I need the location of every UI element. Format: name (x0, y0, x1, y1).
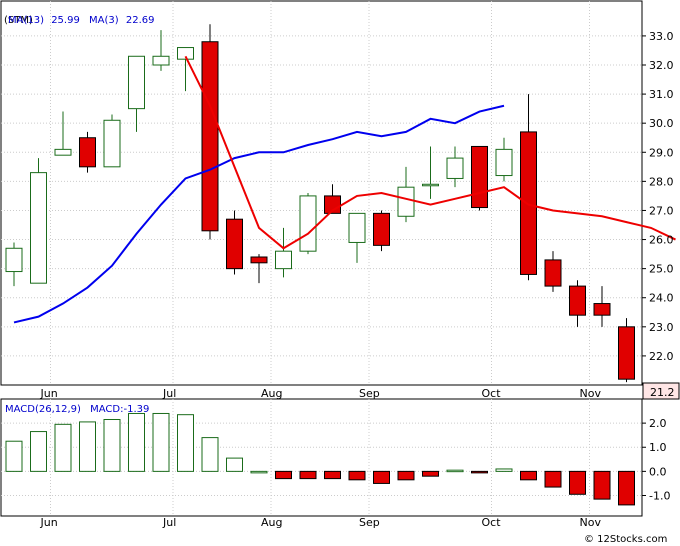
last-price-badge: 21.2 (642, 382, 680, 400)
macd-bar (373, 470, 390, 484)
price-tick-label: 30.0 (649, 117, 674, 130)
macd-tick-label: 0.0 (649, 465, 667, 478)
macd-bar (520, 470, 537, 481)
candle-body (569, 285, 586, 316)
macd-bar (569, 470, 586, 495)
watermark: © 12Stocks.com (584, 534, 667, 545)
macd-panel-frame (0, 398, 643, 517)
price-month-label: Oct (482, 387, 502, 400)
macd-bar (618, 470, 635, 506)
macd-bar (79, 421, 96, 472)
candle-body (103, 119, 121, 168)
macd-bar (471, 470, 488, 474)
macd-bar (495, 468, 513, 472)
ma13-legend-label: MA(13) (8, 15, 44, 26)
candle-body (593, 303, 611, 316)
macd-bar (152, 412, 170, 472)
candle-body (128, 55, 145, 110)
macd-bar (446, 469, 464, 473)
candle-body (250, 256, 268, 264)
price-tick-label: 27.0 (649, 204, 674, 217)
macd-bar (250, 470, 268, 474)
macd-month-label: Oct (482, 516, 502, 529)
price-month-label: Jul (162, 387, 176, 400)
price-month-label: Sep (359, 387, 380, 400)
candle-body (471, 145, 488, 209)
ma13-legend-value: 25.99 (51, 15, 80, 26)
macd-bar (593, 470, 611, 500)
candle-body (201, 41, 219, 232)
macd-bar (54, 423, 72, 472)
macd-legend-value-label: MACD: (90, 404, 123, 415)
macd-month-label: Nov (580, 516, 602, 529)
macd-bar (226, 457, 243, 472)
macd-month-label: Aug (261, 516, 282, 529)
price-tick-label: 25.0 (649, 263, 674, 276)
price-tick-label: 24.0 (649, 292, 674, 305)
price-tick-label: 23.0 (649, 321, 674, 334)
macd-tick-label: 2.0 (649, 417, 667, 430)
candle-body (446, 157, 464, 179)
price-tick-label: 32.0 (649, 59, 674, 72)
price-month-label: Nov (580, 387, 602, 400)
candle-body (275, 250, 292, 270)
macd-bar (275, 470, 292, 480)
macd-bar (201, 437, 219, 472)
price-month-label: Jun (40, 387, 58, 400)
ma3-legend-label: MA(3) (89, 15, 119, 26)
candle-body (348, 212, 366, 243)
macd-bar (177, 414, 194, 472)
price-month-label: Aug (261, 387, 282, 400)
price-tick-label: 33.0 (649, 30, 674, 43)
macd-legend-value: -1.39 (124, 404, 150, 415)
macd-bar (397, 470, 415, 481)
price-tick-label: 31.0 (649, 88, 674, 101)
macd-tick-label: -1.0 (649, 489, 670, 502)
candle-body (618, 326, 635, 380)
svg-text:MACD(26,12,9) MACD:-1.39: MACD(26,12,9) MACD:-1.39 (5, 404, 149, 415)
macd-bar (324, 470, 341, 480)
price-panel: 22.0 23.0 24.0 25.0 26.0 27.0 28.0 29.0 30.0 31.0… (0, 0, 680, 400)
candle-body (79, 137, 96, 168)
candle-body (54, 148, 72, 156)
price-tick-label: 22.0 (649, 350, 674, 363)
candle-body (520, 131, 537, 275)
macd-bar (348, 470, 366, 481)
stock-chart: 22.0 23.0 24.0 25.0 26.0 27.0 28.0 29.0 30.0 31.0… (0, 0, 680, 545)
macd-x-axis: Jun Jul Aug Sep Oct Nov (40, 516, 602, 529)
macd-month-label: Jul (162, 516, 176, 529)
candle-body (397, 186, 415, 217)
macd-legend-label: MACD(26,12,9) (5, 404, 81, 415)
macd-bar (128, 412, 145, 472)
macd-panel: 2.0 1.0 0.0 -1.0 Jun Jul Aug Sep Oct Nov MACD(26… (0, 398, 670, 529)
macd-bar (544, 470, 562, 488)
candle-body (152, 55, 170, 66)
candle-body (373, 212, 390, 246)
macd-bar (103, 419, 121, 472)
svg-text:MA(13) 25.99 MA(3): MA(13) 25.99 MA(3) 22.69 (8, 15, 154, 26)
macd-tick-label: 1.0 (649, 441, 667, 454)
macd-month-label: Jun (40, 516, 58, 529)
candle-body (422, 183, 439, 187)
last-price-label: 21.2 (650, 386, 675, 399)
macd-bar (5, 440, 23, 472)
ma3-legend-value: 22.69 (126, 15, 155, 26)
price-x-axis: Jun Jul Aug Sep Oct Nov (40, 387, 602, 400)
macd-bar (422, 470, 439, 477)
candle-body (299, 195, 317, 252)
candle-body (226, 218, 243, 270)
price-tick-label: 29.0 (649, 146, 674, 159)
price-panel-frame (0, 0, 643, 386)
macd-month-label: Sep (359, 516, 380, 529)
candle-body (495, 148, 513, 177)
price-axis: 22.0 23.0 24.0 25.0 26.0 27.0 28.0 29.0 30.0 31.0… (642, 30, 674, 363)
macd-bar (299, 470, 317, 480)
macd-axis: 2.0 1.0 0.0 -1.0 (642, 417, 670, 502)
candle-body (30, 172, 47, 284)
candle-body (544, 259, 562, 287)
macd-bar (30, 431, 47, 472)
candle-body (5, 247, 23, 273)
price-tick-label: 28.0 (649, 175, 674, 188)
price-tick-label: 26.0 (649, 234, 674, 247)
